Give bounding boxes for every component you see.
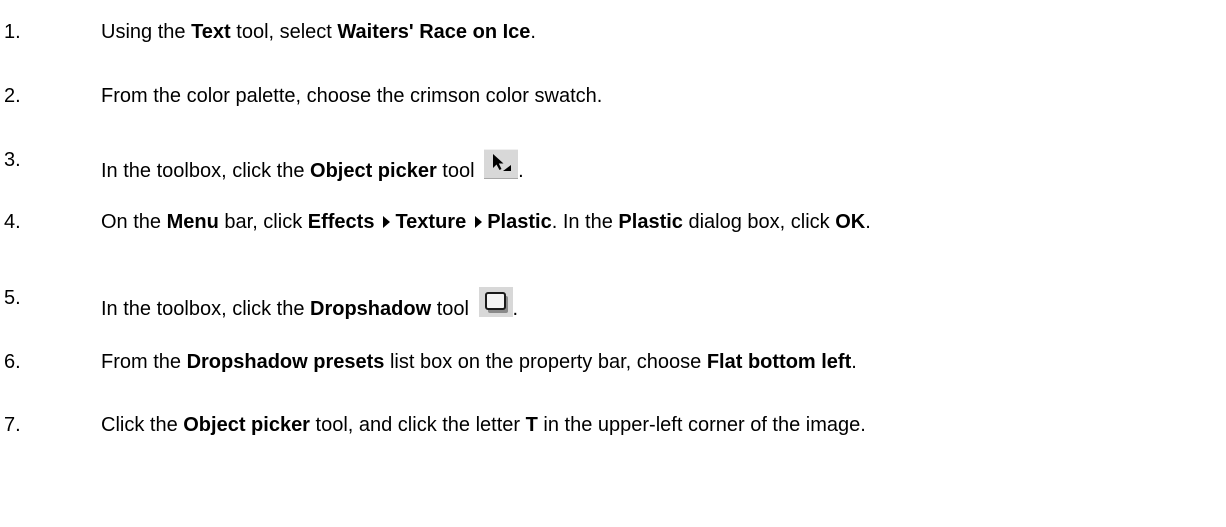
step-text-segment: . <box>512 298 519 320</box>
menu-path-arrow-icon <box>475 216 483 228</box>
bold-term: Texture <box>395 211 467 233</box>
step-text-segment: On the <box>101 211 167 233</box>
step-text-segment: . <box>518 160 524 182</box>
step-text: Using the Text tool, select Waiters' Rac… <box>101 21 1223 44</box>
step-text-segment: bar, click <box>218 211 308 233</box>
bold-term: Object picker <box>310 160 437 182</box>
bold-term: Menu <box>166 211 219 233</box>
step-text: In the toolbox, click the Object picker … <box>101 149 1223 183</box>
step-text-segment: . In the <box>551 211 619 233</box>
step-text-segment: In the toolbox, click the <box>101 160 311 182</box>
instruction-steps: 1. Using the Text tool, select Waiters' … <box>0 0 1226 527</box>
step-text-segment: . <box>851 351 857 373</box>
page: { "steps": [ { "number": "1.", "parts": … <box>0 0 1226 527</box>
step-text-segment: list box on the property bar, choose <box>384 351 707 373</box>
step-text: Click the Object picker tool, and click … <box>101 414 1001 437</box>
step-text-segment: From the <box>101 351 187 373</box>
bold-term: Plastic <box>487 211 552 233</box>
object-picker-tool-icon <box>484 149 519 179</box>
step-text-segment: Using the <box>101 21 192 43</box>
step-text: In the toolbox, click the Dropshadow too… <box>101 287 1223 321</box>
step-number: 2. <box>4 85 21 107</box>
step-text-segment: tool <box>431 298 475 320</box>
bold-term: Object picker <box>183 414 310 436</box>
bold-term: Waiters' Race on Ice <box>337 21 531 43</box>
step-text-segment: tool <box>436 160 481 182</box>
bold-term: Text <box>191 21 231 43</box>
step-text-segment: tool, select <box>230 21 338 43</box>
step-text: On the Menu bar, click Effects Texture Pla… <box>101 211 1021 234</box>
bold-term: Dropshadow presets <box>186 351 385 373</box>
menu-path-arrow-icon <box>383 216 391 228</box>
bold-term: T <box>525 414 538 436</box>
step-text-segment: dialog box, click <box>682 211 836 233</box>
bold-term: Plastic <box>618 211 683 233</box>
dropshadow-tool-icon <box>478 287 513 317</box>
step-text-segment: In the toolbox, click the <box>101 298 311 320</box>
step-text-segment: . <box>530 21 536 43</box>
step-number: 4. <box>4 211 21 233</box>
step-number: 3. <box>4 149 21 171</box>
step-text-segment: in the upper-left corner of the image. <box>537 414 866 436</box>
step-text-segment: From the color palette, choose the crims… <box>101 85 603 107</box>
step-text: From the color palette, choose the crims… <box>101 85 1223 108</box>
bold-term: Flat bottom left <box>706 351 852 373</box>
step-number: 5. <box>4 287 21 309</box>
bold-term: Dropshadow <box>310 298 432 320</box>
bold-term: Effects <box>307 211 375 233</box>
step-text: From the Dropshadow presets list box on … <box>101 351 1223 374</box>
bold-term: OK <box>835 211 866 233</box>
step-number: 7. <box>4 414 21 436</box>
step-text-segment: tool, and click the letter <box>309 414 526 436</box>
step-number: 1. <box>4 21 21 43</box>
step-text-segment: Click the <box>101 414 184 436</box>
step-text-segment: . <box>865 211 871 233</box>
step-number: 6. <box>4 351 21 373</box>
